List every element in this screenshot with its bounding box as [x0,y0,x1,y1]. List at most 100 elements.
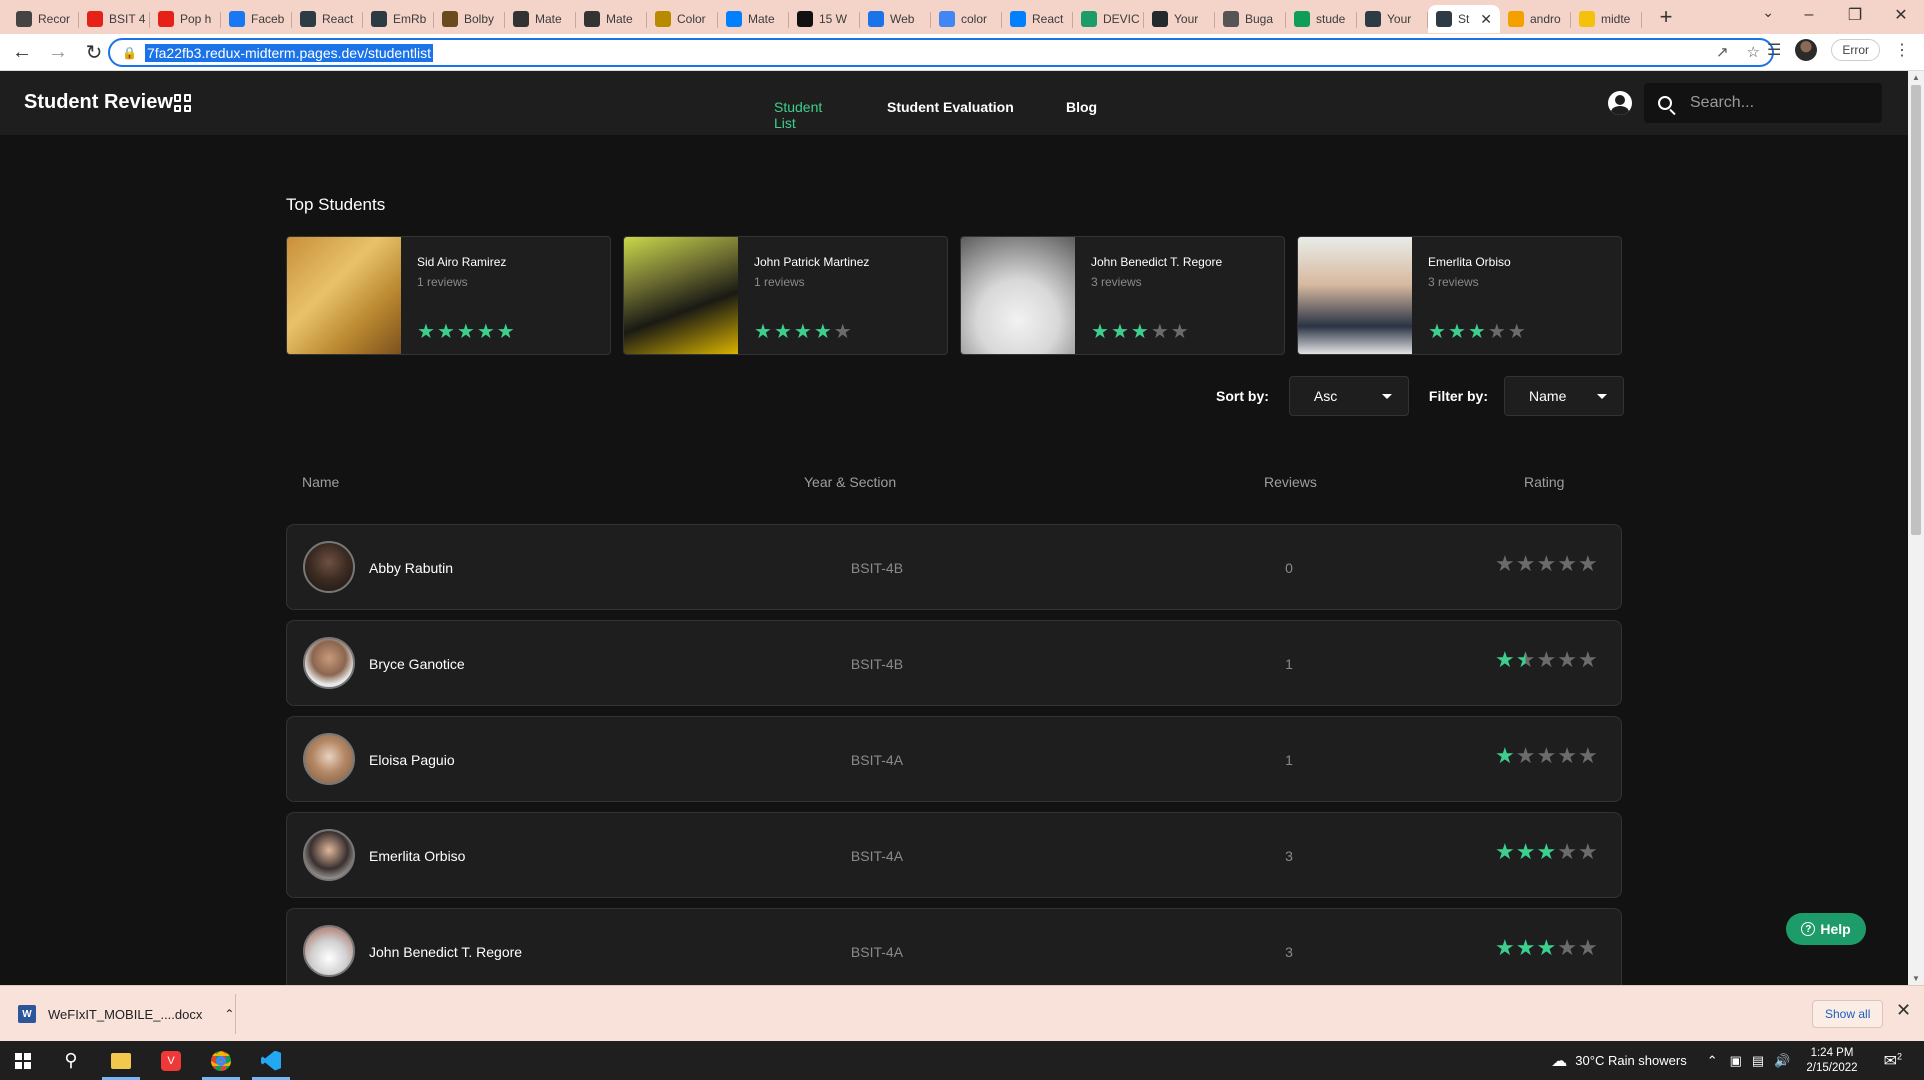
star-icon[interactable]: ★ [1578,649,1598,671]
chevron-up-icon[interactable]: ⌃ [1707,1053,1718,1069]
volume-icon[interactable]: 🔊 [1774,1053,1790,1069]
scrollbar-thumb[interactable] [1911,85,1921,535]
star-icon[interactable]: ★ [437,322,455,342]
file-explorer-icon[interactable] [96,1041,146,1080]
nav-blog[interactable]: Blog [1066,99,1097,115]
column-header-rating[interactable]: Rating [1524,474,1564,490]
browser-tab[interactable]: Your [1144,5,1215,33]
restore-icon[interactable]: ❐ [1832,0,1878,30]
star-icon[interactable]: ★ [1468,322,1486,342]
chrome-icon[interactable] [196,1041,246,1080]
star-icon[interactable]: ★ [1578,841,1598,863]
column-header-section[interactable]: Year & Section [804,474,896,490]
more-menu-icon[interactable]: ⋮ [1894,40,1910,60]
column-header-reviews[interactable]: Reviews [1264,474,1317,490]
minimize-icon[interactable]: – [1786,0,1832,30]
table-row[interactable]: Bryce Ganotice BSIT-4B 1 ★ ★ ★ ★ ★ [286,620,1622,706]
browser-tab[interactable]: DEVIC [1073,5,1144,33]
network-icon[interactable]: ▤ [1752,1053,1764,1069]
close-icon[interactable]: ✕ [1896,1000,1911,1021]
star-icon[interactable]: ★ [497,322,515,342]
star-icon[interactable]: ★ [1557,649,1577,671]
browser-tab[interactable]: Mate [718,5,789,33]
scroll-down-icon[interactable]: ▼ [1908,974,1924,983]
star-icon[interactable]: ★ [1516,649,1536,671]
star-icon[interactable]: ★ [794,322,812,342]
star-icon[interactable]: ★ [1536,841,1556,863]
star-icon[interactable]: ★ [1448,322,1466,342]
browser-tab[interactable]: EmRb [363,5,434,33]
brand-title[interactable]: Student Review [24,91,173,114]
browser-tab[interactable]: andro [1500,5,1571,33]
search-taskbar-icon[interactable]: ⚲ [46,1041,96,1080]
tab-search-icon[interactable]: ⌄ [1762,4,1774,21]
scroll-up-icon[interactable]: ▲ [1908,73,1924,82]
notifications-icon[interactable]: ✉2 [1884,1051,1902,1071]
star-icon[interactable]: ★ [1557,745,1577,767]
url-field[interactable]: 🔒 7fa22fb3.redux-midterm.pages.dev/stude… [108,38,1774,67]
profile-avatar[interactable] [1795,39,1818,61]
star-icon[interactable]: ★ [1557,553,1577,575]
star-icon[interactable]: ★ [1495,649,1515,671]
star-icon[interactable]: ★ [417,322,435,342]
star-icon[interactable]: ★ [1495,937,1515,959]
help-button[interactable]: ? Help [1786,913,1866,945]
star-icon[interactable]: ★ [1171,322,1189,342]
star-icon[interactable]: ★ [1536,937,1556,959]
browser-tab[interactable]: midte [1571,5,1642,33]
star-icon[interactable]: ★ [1536,649,1556,671]
star-icon[interactable]: ★ [1516,745,1536,767]
star-icon[interactable]: ★ [1508,322,1526,342]
filter-select[interactable]: Name [1504,376,1625,416]
star-icon[interactable]: ★ [774,322,792,342]
star-icon[interactable]: ★ [1151,322,1169,342]
browser-tab[interactable]: Your [1357,5,1428,33]
search-input[interactable] [1688,93,1868,113]
grid-icon[interactable] [174,94,192,112]
account-icon[interactable] [1608,91,1632,115]
star-icon[interactable]: ★ [1495,841,1515,863]
star-icon[interactable]: ★ [1557,937,1577,959]
browser-tab[interactable]: color [931,5,1002,33]
browser-tab[interactable]: Pop h [150,5,221,33]
star-icon[interactable]: ★ [754,322,772,342]
start-button[interactable] [0,1041,46,1080]
star-icon[interactable]: ★ [1488,322,1506,342]
star-icon[interactable]: ★ [1578,937,1598,959]
show-all-button[interactable]: Show all [1812,1000,1884,1028]
browser-tab[interactable]: Buga [1215,5,1286,33]
star-icon[interactable]: ★ [1091,322,1109,342]
star-icon[interactable]: ★ [1516,841,1536,863]
star-icon[interactable]: ★ [1428,322,1446,342]
browser-tab[interactable]: React [1002,5,1073,33]
star-icon[interactable]: ★ [1578,745,1598,767]
vivaldi-icon[interactable]: V [146,1041,196,1080]
table-row[interactable]: John Benedict T. Regore BSIT-4A 3 ★ ★ ★ ★ ★ [286,908,1622,994]
star-icon[interactable]: ★ [1516,937,1536,959]
media-control-icon[interactable]: ☰ [1767,40,1781,60]
page-scrollbar[interactable]: ▲ ▼ [1908,71,1924,985]
table-row[interactable]: Abby Rabutin BSIT-4B 0 ★ ★ ★ ★ ★ [286,524,1622,610]
table-row[interactable]: Emerlita Orbiso BSIT-4A 3 ★ ★ ★ ★ ★ [286,812,1622,898]
browser-tab[interactable]: Mate [505,5,576,33]
download-item[interactable]: W WeFIxIT_MOBILE_....docx ⌃ [18,996,234,1032]
sort-select[interactable]: Asc [1288,376,1409,416]
browser-tab[interactable]: Recor [8,5,79,33]
star-icon[interactable]: ★ [1131,322,1149,342]
top-student-card[interactable]: John Patrick Martinez 1 reviews ★ ★ ★ ★ ★ [623,236,948,355]
browser-tab[interactable]: React [292,5,363,33]
browser-tab[interactable]: 15 W [789,5,860,33]
star-icon[interactable]: ★ [1495,553,1515,575]
vscode-icon[interactable] [246,1041,296,1080]
star-icon[interactable]: ★ [1495,745,1515,767]
new-tab-icon[interactable]: + [1654,4,1678,30]
star-icon[interactable]: ★ [457,322,475,342]
star-icon[interactable]: ★ [834,322,852,342]
star-icon[interactable]: ★ [1516,553,1536,575]
close-window-icon[interactable]: ✕ [1878,0,1924,30]
back-icon[interactable]: ← [8,38,36,66]
clock[interactable]: 1:24 PM 2/15/2022 [1806,1046,1857,1076]
column-header-name[interactable]: Name [302,474,339,490]
bookmark-star-icon[interactable]: ☆ [1747,43,1760,61]
star-icon[interactable]: ★ [1536,745,1556,767]
